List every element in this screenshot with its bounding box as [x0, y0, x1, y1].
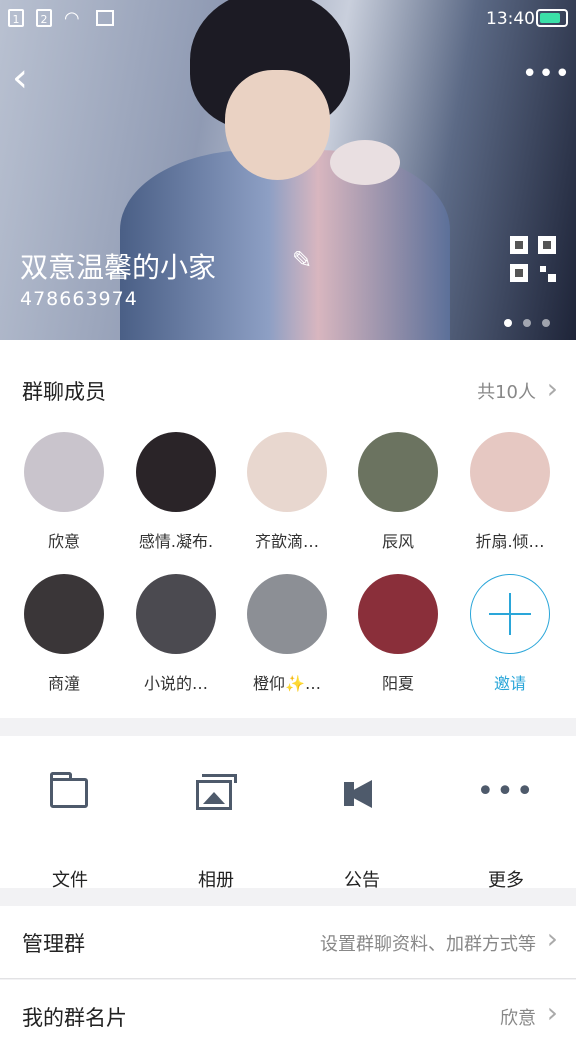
member-name: 折扇.倾… [475, 532, 545, 551]
members-section: 群聊成员 共10人 › 欣意 感情.凝布. 齐歆滴… 辰风 折扇.倾… 商潼 小说的… 橙仰✨… [0, 340, 576, 718]
my-group-card-row[interactable]: 我的群名片 欣意 › [0, 980, 576, 1052]
page-dot [542, 319, 550, 327]
actions-section: 文件 相册 公告 ••• 更多 [0, 736, 576, 891]
member-name: 辰风 [381, 532, 414, 551]
member-name: 阳夏 [381, 674, 414, 693]
more-icon: ••• [476, 774, 536, 809]
status-time: 13:40 [486, 9, 535, 29]
member-name: 商潼 [47, 674, 80, 693]
invite-button[interactable]: 邀请 [460, 574, 560, 694]
folder-icon [50, 772, 88, 808]
group-name: 双意温馨的小家 [20, 251, 217, 284]
chevron-right-icon: › [546, 996, 558, 1029]
cover-photo-face [225, 70, 330, 180]
member-item[interactable]: 橙仰✨… [237, 574, 337, 694]
announcement-button[interactable]: 公告 [292, 772, 432, 892]
album-button[interactable]: 相册 [146, 772, 286, 892]
page-dot [523, 319, 531, 327]
avatar[interactable] [358, 432, 438, 512]
invite-label: 邀请 [493, 674, 526, 693]
page-indicator [504, 312, 561, 331]
wifi-icon: ◠ [64, 8, 80, 29]
group-id: 478663974 [20, 288, 138, 310]
members-title: 群聊成员 [22, 380, 106, 404]
chevron-right-icon: › [546, 922, 558, 955]
image-notification-icon [96, 10, 114, 26]
member-name: 欣意 [47, 532, 80, 551]
more-button[interactable]: ••• 更多 [436, 772, 576, 892]
members-count[interactable]: 共10人 [477, 378, 536, 404]
status-bar: 1 2 ◠ 13:40 [0, 0, 576, 36]
member-name: 小说的… [143, 674, 208, 693]
sim2-icon: 2 [36, 9, 52, 27]
page-dot [504, 319, 512, 327]
files-label: 文件 [52, 870, 88, 891]
my-group-card-value: 欣意 [500, 1008, 536, 1029]
member-item[interactable]: 感情.凝布. [126, 432, 226, 552]
album-icon [196, 774, 237, 810]
back-arrow-icon[interactable]: ‹ [12, 58, 28, 98]
member-item[interactable]: 小说的… [126, 574, 226, 694]
plus-icon[interactable] [470, 574, 550, 654]
member-item[interactable]: 辰风 [348, 432, 448, 552]
divider [0, 978, 576, 979]
member-item[interactable]: 商潼 [14, 574, 114, 694]
avatar[interactable] [24, 574, 104, 654]
battery-fill [540, 13, 561, 23]
member-name: 齐歆滴… [254, 532, 319, 551]
cover-photo-flower [330, 140, 400, 185]
qr-code-icon[interactable] [510, 236, 556, 282]
album-label: 相册 [198, 870, 234, 891]
sim1-icon: 1 [8, 9, 24, 27]
group-header: 1 2 ◠ 13:40 ‹ ••• 双意温馨的小家 ✎ 478663974 [0, 0, 576, 340]
member-item[interactable]: 折扇.倾… [460, 432, 560, 552]
more-label: 更多 [488, 870, 524, 891]
chevron-right-icon[interactable]: › [547, 372, 558, 405]
battery-icon [536, 9, 568, 27]
manage-group-value: 设置群聊资料、加群方式等 [320, 934, 536, 955]
member-item[interactable]: 阳夏 [348, 574, 448, 694]
manage-group-row[interactable]: 管理群 设置群聊资料、加群方式等 › [0, 906, 576, 979]
member-item[interactable]: 齐歆滴… [237, 432, 337, 552]
my-group-card-title: 我的群名片 [22, 1006, 127, 1030]
edit-pencil-icon[interactable]: ✎ [292, 246, 312, 274]
avatar[interactable] [24, 432, 104, 512]
files-button[interactable]: 文件 [0, 772, 140, 892]
avatar[interactable] [136, 574, 216, 654]
announcement-label: 公告 [344, 870, 380, 891]
announcement-icon [344, 780, 372, 808]
avatar[interactable] [470, 432, 550, 512]
avatar[interactable] [136, 432, 216, 512]
avatar[interactable] [358, 574, 438, 654]
member-item[interactable]: 欣意 [14, 432, 114, 552]
avatar[interactable] [247, 574, 327, 654]
member-name: 感情.凝布. [138, 532, 214, 551]
manage-group-title: 管理群 [22, 932, 85, 956]
member-name: 橙仰✨… [253, 674, 321, 693]
avatar[interactable] [247, 432, 327, 512]
more-options-icon[interactable]: ••• [522, 61, 571, 87]
